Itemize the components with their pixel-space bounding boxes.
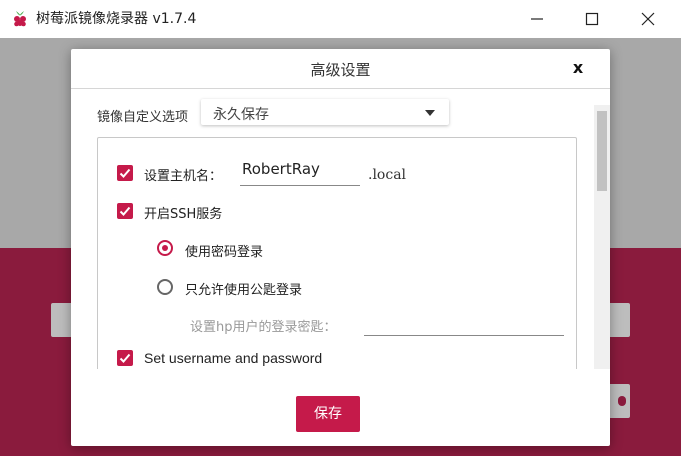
save-button[interactable]: 保存 bbox=[296, 396, 360, 432]
ssh-label: 开启SSH服务 bbox=[144, 207, 223, 222]
raspberry-pi-logo bbox=[14, 11, 26, 27]
hostname-suffix: .local bbox=[368, 167, 407, 183]
user-credentials-label: Set username and password bbox=[144, 350, 323, 366]
pubkey-auth-radio[interactable] bbox=[157, 279, 173, 295]
minimize-button[interactable] bbox=[514, 0, 560, 38]
maximize-icon bbox=[585, 12, 599, 26]
close-button[interactable] bbox=[625, 0, 671, 38]
close-icon bbox=[641, 12, 655, 26]
password-auth-radio[interactable] bbox=[157, 240, 173, 256]
public-key-input[interactable] bbox=[364, 313, 564, 336]
checkmark-icon bbox=[119, 206, 131, 216]
user-credentials-checkbox[interactable] bbox=[117, 350, 133, 366]
image-options-value: 永久保存 bbox=[213, 107, 269, 123]
checkmark-icon bbox=[119, 353, 131, 363]
ssh-checkbox[interactable] bbox=[117, 203, 133, 219]
window-titlebar: 树莓派镜像烧录器 v1.7.4 bbox=[0, 0, 681, 38]
password-auth-label: 使用密码登录 bbox=[185, 245, 264, 260]
dialog-header: 高级设置 x bbox=[71, 49, 610, 89]
dialog-title: 高级设置 bbox=[310, 61, 371, 79]
image-options-select[interactable]: 永久保存 bbox=[201, 99, 449, 125]
pubkey-auth-label: 只允许使用公匙登录 bbox=[185, 283, 303, 298]
hostname-checkbox[interactable] bbox=[117, 165, 133, 181]
minimize-icon bbox=[531, 18, 543, 20]
image-options-label: 镜像自定义选项 bbox=[97, 110, 189, 125]
hostname-label: 设置主机名： bbox=[144, 169, 223, 184]
window-title: 树莓派镜像烧录器 v1.7.4 bbox=[36, 11, 197, 27]
maximize-button[interactable] bbox=[569, 0, 615, 38]
dialog-scrollbar[interactable] bbox=[594, 105, 610, 369]
scrollbar-thumb[interactable] bbox=[597, 111, 607, 191]
hostname-input[interactable]: RobertRay bbox=[240, 155, 360, 186]
checkmark-icon bbox=[119, 168, 131, 178]
chevron-down-icon bbox=[425, 110, 435, 116]
options-group: 设置主机名： RobertRay .local 开启SSH服务 使用密码登录 只… bbox=[97, 137, 577, 369]
dialog-close-button[interactable]: x bbox=[567, 58, 589, 80]
hostname-value: RobertRay bbox=[242, 160, 320, 178]
advanced-settings-dialog: 高级设置 x 镜像自定义选项 永久保存 设置主机名： RobertRay .lo… bbox=[71, 49, 610, 446]
dialog-body: 镜像自定义选项 永久保存 设置主机名： RobertRay .local 开启S… bbox=[71, 89, 610, 369]
public-key-label: 设置hp用户的登录密匙： bbox=[190, 320, 337, 335]
